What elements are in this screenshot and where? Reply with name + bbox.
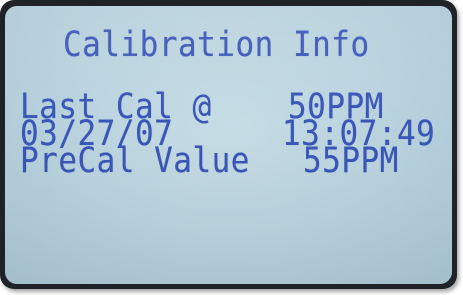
screen-title: Calibration Info bbox=[63, 24, 370, 65]
precal-label: PreCal Value bbox=[20, 140, 250, 181]
lcd-screen: Calibration Info Last Cal @ 50PPM 03/27/… bbox=[5, 6, 452, 284]
precal-value: 55PPM bbox=[303, 140, 399, 181]
